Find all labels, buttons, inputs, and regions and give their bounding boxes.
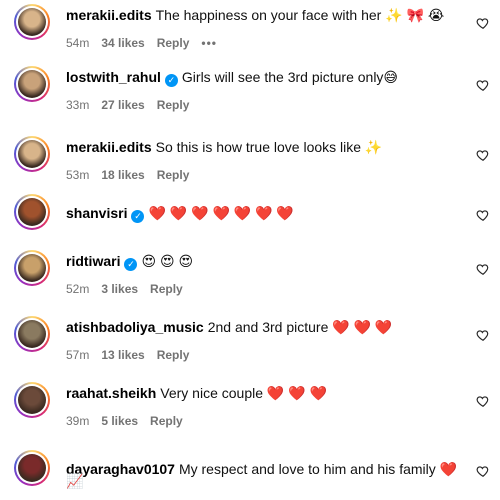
username-link[interactable]: ridtiwari: [66, 253, 120, 269]
comment-row: lostwith_rahul ✓ Girls will see the 3rd pi…: [0, 66, 500, 126]
comment-text: So this is how true love looks like ✨: [155, 139, 383, 155]
like-heart-icon[interactable]: [476, 464, 490, 478]
comment-meta: 54m 34 likes Reply •••: [66, 35, 229, 51]
username-link[interactable]: raahat.sheikh: [66, 385, 156, 401]
avatar[interactable]: [14, 382, 50, 418]
avatar-image: [18, 386, 46, 414]
like-heart-icon[interactable]: [476, 16, 490, 30]
like-heart-icon[interactable]: [476, 394, 490, 408]
comment-text-line: dayaraghav0107 My respect and love to him…: [66, 460, 457, 478]
more-options-icon[interactable]: •••: [201, 36, 217, 50]
verified-badge-icon: ✓: [124, 258, 138, 271]
avatar-image: [18, 320, 46, 348]
avatar[interactable]: [14, 250, 50, 286]
comment-text-line: lostwith_rahul ✓ Girls will see the 3rd pi…: [66, 68, 398, 87]
username-link[interactable]: merakii.edits: [66, 7, 152, 23]
avatar-image: [18, 254, 46, 282]
comment-text: My respect and love to him and his famil…: [178, 461, 458, 477]
comment-row: raahat.sheikh Very nice couple ❤️ ❤️ ❤️ 39…: [0, 382, 500, 442]
likes-count[interactable]: 27 likes: [101, 98, 144, 112]
avatar-image: [18, 70, 46, 98]
comment-time: 52m: [66, 282, 90, 296]
username-link[interactable]: shanvisri: [66, 205, 127, 221]
comment-time: 54m: [66, 36, 90, 50]
avatar[interactable]: [14, 316, 50, 352]
avatar[interactable]: [14, 66, 50, 102]
comment-row: dayaraghav0107 My respect and love to him…: [0, 450, 500, 500]
username-link[interactable]: atishbadoliya_music: [66, 319, 204, 335]
comment-text: The happiness on your face with her ✨ 🎀 …: [155, 7, 445, 23]
avatar-image: [18, 8, 46, 36]
avatar[interactable]: [14, 136, 50, 172]
likes-count[interactable]: 13 likes: [101, 348, 144, 362]
avatar[interactable]: [14, 450, 50, 486]
comment-row: ridtiwari ✓ 😍 😍 😍 52m 3 likes Reply: [0, 250, 500, 310]
comment-meta: 33m 27 likes Reply: [66, 97, 201, 113]
comment-meta: 57m 13 likes Reply: [66, 347, 201, 363]
comment-time: 33m: [66, 98, 90, 112]
comment-row: shanvisri ✓ ❤️ ❤️ ❤️ ❤️ ❤️ ❤️ ❤️: [0, 194, 500, 254]
comment-text-line: ridtiwari ✓ 😍 😍 😍: [66, 252, 193, 271]
comment-text-line: shanvisri ✓ ❤️ ❤️ ❤️ ❤️ ❤️ ❤️ ❤️: [66, 204, 294, 223]
reply-button[interactable]: Reply: [157, 98, 190, 112]
comment-time: 39m: [66, 414, 90, 428]
comment-row: merakii.edits The happiness on your face …: [0, 4, 500, 64]
likes-count[interactable]: 5 likes: [101, 414, 138, 428]
like-heart-icon[interactable]: [476, 78, 490, 92]
like-heart-icon[interactable]: [476, 208, 490, 222]
reply-button[interactable]: Reply: [157, 168, 190, 182]
comment-text: 2nd and 3rd picture ❤️ ❤️ ❤️: [207, 319, 393, 335]
verified-badge-icon: ✓: [164, 74, 178, 87]
username-link[interactable]: lostwith_rahul: [66, 69, 161, 85]
comment-text: Very nice couple ❤️ ❤️ ❤️: [160, 385, 327, 401]
likes-count[interactable]: 34 likes: [101, 36, 144, 50]
comment-meta: 52m 3 likes Reply: [66, 281, 195, 297]
comment-meta: 53m 18 likes Reply: [66, 167, 201, 183]
comment-text-line: merakii.edits So this is how true love lo…: [66, 138, 382, 156]
reply-button[interactable]: Reply: [157, 348, 190, 362]
comment-text-continued: 📈: [66, 473, 84, 489]
username-link[interactable]: merakii.edits: [66, 139, 152, 155]
reply-button[interactable]: Reply: [150, 414, 183, 428]
comment-meta: 39m 5 likes Reply: [66, 413, 195, 429]
comment-row: atishbadoliya_music 2nd and 3rd picture ❤…: [0, 316, 500, 376]
comment-time: 57m: [66, 348, 90, 362]
comments-list: merakii.edits The happiness on your face …: [0, 0, 500, 500]
avatar[interactable]: [14, 4, 50, 40]
comment-time: 53m: [66, 168, 90, 182]
likes-count[interactable]: 3 likes: [101, 282, 138, 296]
like-heart-icon[interactable]: [476, 262, 490, 276]
comment-text: Girls will see the 3rd picture only😅: [181, 69, 399, 85]
like-heart-icon[interactable]: [476, 328, 490, 342]
comment-text-line: raahat.sheikh Very nice couple ❤️ ❤️ ❤️: [66, 384, 327, 402]
comment-text: ❤️ ❤️ ❤️ ❤️ ❤️ ❤️ ❤️: [148, 205, 294, 221]
like-heart-icon[interactable]: [476, 148, 490, 162]
avatar[interactable]: [14, 194, 50, 230]
avatar-image: [18, 140, 46, 168]
avatar-image: [18, 454, 46, 482]
reply-button[interactable]: Reply: [150, 282, 183, 296]
verified-badge-icon: ✓: [131, 210, 145, 223]
avatar-image: [18, 198, 46, 226]
comment-text-line: merakii.edits The happiness on your face …: [66, 6, 444, 24]
reply-button[interactable]: Reply: [157, 36, 190, 50]
likes-count[interactable]: 18 likes: [101, 168, 144, 182]
comment-text-line: atishbadoliya_music 2nd and 3rd picture ❤…: [66, 318, 392, 336]
comment-row: merakii.edits So this is how true love lo…: [0, 136, 500, 196]
comment-text: 😍 😍 😍: [141, 253, 194, 269]
